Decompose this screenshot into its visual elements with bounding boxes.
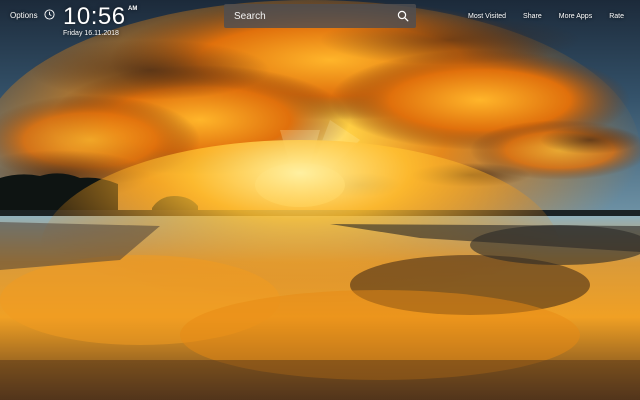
search-icon[interactable] bbox=[397, 10, 409, 22]
clock-ampm: AM bbox=[128, 6, 138, 12]
top-links: Most Visited Share More Apps Rate bbox=[451, 13, 624, 20]
clock-time: 10:56 bbox=[63, 3, 126, 30]
clock-icon[interactable] bbox=[44, 9, 55, 20]
most-visited-link[interactable]: Most Visited bbox=[468, 13, 506, 20]
search-input[interactable] bbox=[224, 4, 394, 28]
options-link[interactable]: Options bbox=[10, 11, 38, 20]
more-apps-link[interactable]: More Apps bbox=[559, 13, 592, 20]
rate-link[interactable]: Rate bbox=[609, 13, 624, 20]
search-box[interactable] bbox=[224, 4, 416, 28]
share-link[interactable]: Share bbox=[523, 13, 542, 20]
clock-date: Friday 16.11.2018 bbox=[63, 30, 119, 37]
background-wallpaper bbox=[0, 0, 640, 400]
clock: 10:56 AM Friday 16.11.2018 bbox=[63, 3, 153, 43]
top-bar: Options 10:56 AM Friday 16.11.2018 Most … bbox=[0, 0, 640, 44]
